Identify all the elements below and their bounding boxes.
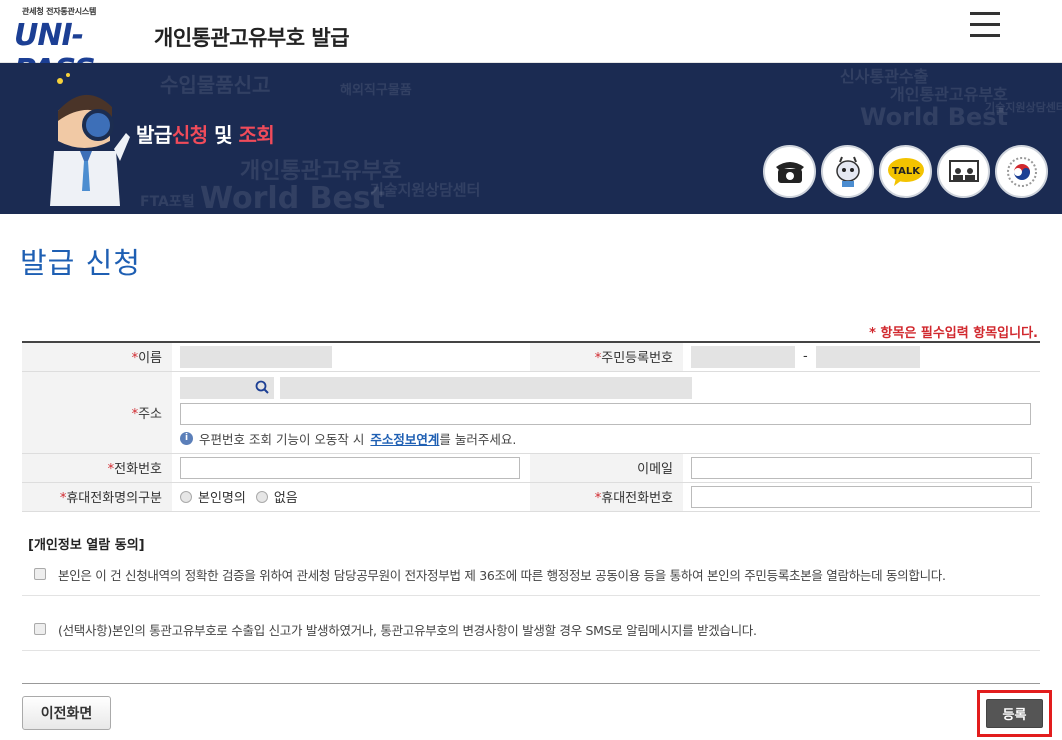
rrn-label: *주민등록번호 [529,342,683,372]
video-call-icon[interactable] [937,145,990,198]
phone-field[interactable] [180,456,520,479]
page-title: 발급 신청 [20,246,141,280]
hamburger-menu-icon[interactable] [970,12,1000,40]
radio-self-label: 본인명의 [198,491,246,506]
prev-button[interactable]: 이전화면 [22,695,111,730]
info-icon: i [180,431,193,445]
gov-emblem-icon[interactable] [995,145,1048,198]
name-field[interactable] [180,345,332,368]
banner-title-inquiry: 조회 [238,123,275,147]
radio-self[interactable] [180,490,192,503]
phone-label: *전화번호 [22,453,172,483]
consent-checkbox-1[interactable] [34,568,46,580]
address-label: *주소 [22,371,172,454]
main-content: 발급 신청 * 항목은 필수입력 항목입니다. *이름 *주민등록번호 - *주… [0,240,1062,740]
banner-title-apply: 신청 [171,123,208,147]
chatbot-icon[interactable] [821,145,874,198]
register-button[interactable]: 등록 [986,698,1043,728]
address-info: i 우편번호 조회 기능이 오동작 시 주소정보연계 를 눌러주세요. [180,429,1032,448]
consent-text-2: (선택사항)본인의 통관고유부호로 수출입 신고가 발생하였거나, 통관고유부호… [58,622,757,638]
register-highlight: 등록 [977,689,1052,737]
quick-icons: TALK [763,145,1048,198]
consent-text-1: 본인은 이 건 신청내역의 정확한 검증을 위하여 관세청 담당공무원이 전자정… [58,567,946,583]
rrn-front-field[interactable] [691,345,795,368]
logo-subtitle: 관세청 전자통관시스템 [22,7,97,16]
form-row-mobile: *휴대전화명의구분 본인명의 없음 *휴대전화번호 [22,482,1040,512]
required-note: * 항목은 필수입력 항목입니다. [869,326,1038,341]
consent-row-2: (선택사항)본인의 통관고유부호로 수출입 신고가 발생하였거나, 통관고유부호… [22,596,1040,651]
address-base-field[interactable] [280,376,692,399]
name-label: *이름 [22,342,172,372]
radio-none-label: 없음 [273,491,298,506]
mascot-illustration [50,73,130,206]
address-info-text: 우편번호 조회 기능이 오동작 시 [199,431,365,447]
form-row-address: *주소 i 우편번호 조회 기능이 오동작 시 주소정보연계 를 눌러주세요. [22,371,1040,454]
mobile-field[interactable] [691,485,1032,508]
form-row-name-rrn: *이름 *주민등록번호 - [22,342,1040,372]
application-form: *이름 *주민등록번호 - *주소 i 우편번호 조회 기능이 오동작 시 주소… [22,341,1040,512]
address-detail-field[interactable] [180,402,1031,425]
consent-checkbox-2[interactable] [34,623,46,635]
consent-title: [개인정보 열람 동의] [28,537,145,553]
form-row-phone-email: *전화번호 이메일 [22,453,1040,483]
svg-text:TALK: TALK [892,166,921,177]
phone-icon[interactable] [763,145,816,198]
rrn-dash: - [803,349,808,365]
search-icon[interactable] [255,380,269,398]
email-field[interactable] [691,456,1032,479]
site-title: 개인통관고유부호 발급 [154,26,350,50]
email-label: 이메일 [529,453,683,483]
address-info-suffix: 를 눌러주세요. [439,431,517,447]
radio-none[interactable] [255,490,268,503]
top-header: 관세청 전자통관시스템 UNI-PASS 개인통관고유부호 발급 [0,0,1062,88]
address-link[interactable]: 주소정보연계 [370,429,439,448]
banner-title: 발급신청 및 조회 [136,119,275,148]
rrn-back-field[interactable] [815,345,920,368]
mobile-owner-label: *휴대전화명의구분 [22,482,172,512]
mobile-label: *휴대전화번호 [529,482,683,512]
banner: 수입물품신고 개인통관고유부호 World Best 기술지원상담센터 신사통관… [0,63,1062,214]
talk-icon[interactable]: TALK [879,145,932,198]
unipass-logo[interactable]: 관세청 전자통관시스템 UNI-PASS [14,6,154,88]
consent-row-1: 본인은 이 건 신청내역의 정확한 검증을 위하여 관세청 담당공무원이 전자정… [22,553,1040,596]
banner-title-issue: 발급 [136,123,172,147]
form-footer: 이전화면 등록 [22,682,1052,740]
postcode-field[interactable] [180,376,274,399]
banner-title-and: 및 [207,123,239,147]
